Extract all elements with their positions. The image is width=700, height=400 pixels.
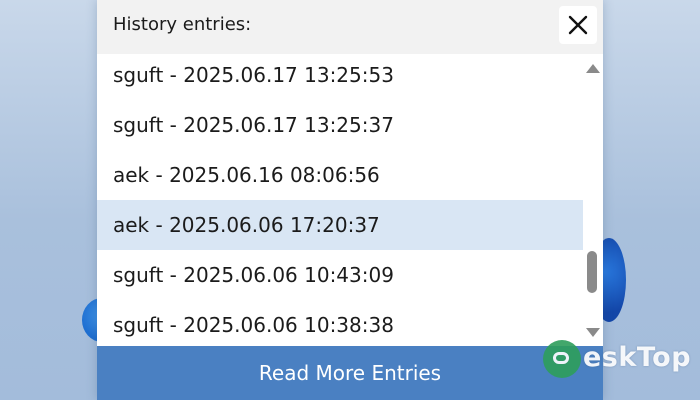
dialog-title: History entries: [113,14,252,35]
list-item[interactable]: aek - 2025.06.06 17:20:37 [97,200,583,250]
scrollbar-thumb[interactable] [587,251,597,294]
vertical-scrollbar[interactable] [583,56,603,346]
list-item[interactable]: sguft - 2025.06.06 10:43:09 [97,250,583,300]
dialog-header: History entries: [97,0,603,54]
watermark: eskTop [543,340,695,380]
watermark-text: eskTop [583,342,692,373]
read-more-entries-button[interactable]: Read More Entries [97,346,603,400]
close-button[interactable] [559,6,597,44]
scroll-down-arrow-icon[interactable] [586,328,600,337]
desktop-background: History entries: sguft - 2025.06.17 13:2… [0,0,700,400]
list-item[interactable]: sguft - 2025.06.17 13:25:37 [97,100,583,150]
close-icon [568,15,588,35]
list-item[interactable]: sguft - 2025.06.17 13:25:53 [97,50,583,100]
scroll-up-arrow-icon[interactable] [586,64,600,73]
desktop-logo-icon [543,340,581,378]
list-item[interactable]: aek - 2025.06.16 08:06:56 [97,150,583,200]
list-item[interactable]: sguft - 2025.06.06 10:38:38 [97,300,583,346]
history-dialog: History entries: sguft - 2025.06.17 13:2… [97,0,603,400]
history-list[interactable]: sguft - 2025.06.17 13:25:53 sguft - 2025… [97,50,583,346]
